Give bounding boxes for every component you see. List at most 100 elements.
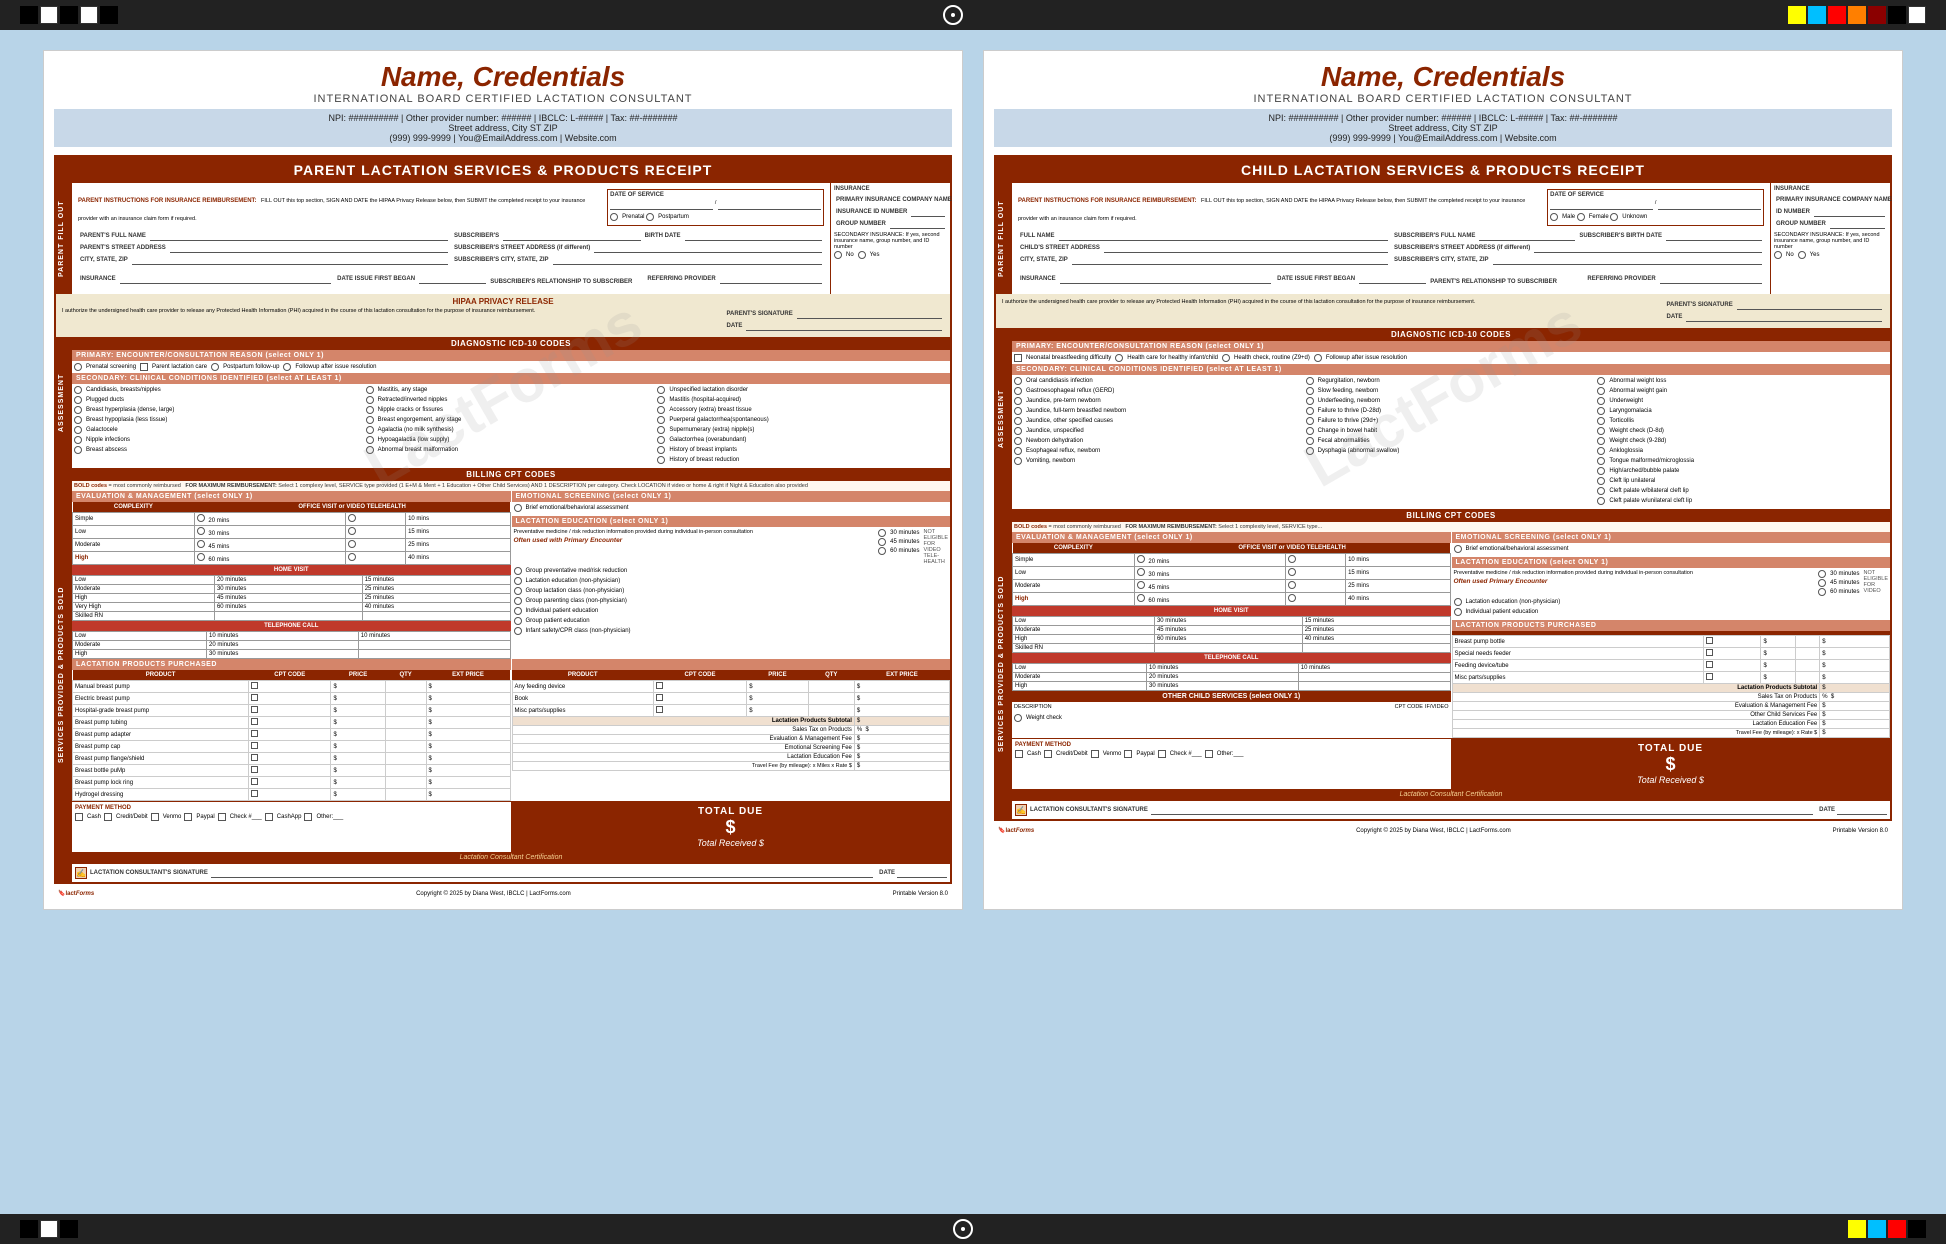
right-instructions-label: PARENT INSTRUCTIONS FOR INSURANCE REIMBU…	[1018, 198, 1197, 204]
top-color-bar	[0, 0, 1946, 30]
right-other-child-fee-row: Other Child Services Fee$	[1452, 711, 1890, 720]
left-products-table-left: PRODUCT CPT CODE PRICE QTY EXT PRICE Man…	[72, 670, 511, 801]
right-services-side-label: SERVICES PROVIDED & PRODUCTS SOLD	[996, 509, 1012, 819]
left-insurance-label: INSURANCE	[80, 276, 116, 282]
right-payment-total-section: PAYMENT METHOD Cash Credit/Debit Venmo P…	[1012, 738, 1890, 789]
left-referring-label: REFERRING PROVIDER	[647, 276, 715, 282]
left-product-row-misc: Misc parts/supplies$$	[512, 705, 950, 717]
left-products-section: LACTATION PRODUCTS PURCHASED PRODUCT CPT…	[72, 659, 950, 801]
left-parent-lactation-care[interactable]: Parent lactation care	[140, 363, 207, 371]
left-payment-total-section: PAYMENT METHOD Cash Credit/Debit Venmo P…	[72, 801, 950, 852]
left-product-row-bottle: Breast bottle puMp$$	[73, 765, 511, 777]
right-products-header: LACTATION PRODUCTS PURCHASED	[1452, 620, 1891, 631]
main-container: LactForms Name, Credentials INTERNATIONA…	[0, 30, 1946, 930]
right-payment-method-header: PAYMENT METHOD	[1015, 742, 1448, 748]
left-services-side-label: SERVICES PROVIDED & PRODUCTS SOLD	[56, 468, 72, 882]
left-sign-icon: ✍	[75, 867, 87, 879]
left-emotional-lactation-section: EMOTIONAL SCREENING (select ONLY 1) Brie…	[512, 491, 951, 659]
left-followup-issue[interactable]: Followup after issue resolution	[283, 363, 376, 371]
left-home-visit-header: HOME VISIT	[72, 565, 511, 575]
left-travel-fee-row: Travel Fee (by mileage): x Miles x Rate …	[512, 762, 950, 771]
left-products-right-header	[512, 659, 951, 670]
right-sign-section: ✍ LACTATION CONSULTANT'S SIGNATURE DATE	[1012, 800, 1890, 819]
right-group-items: Lactation education (non-physician) Indi…	[1454, 598, 1889, 618]
left-em-emotional-grid: EVALUATION & MANAGEMENT (select ONLY 1) …	[72, 491, 950, 659]
left-subscriber-street-label: SUBSCRIBER'S STREET ADDRESS (if differen…	[454, 245, 590, 251]
left-group-label: GROUP NUMBER	[836, 221, 886, 227]
left-assessment-section: ASSESSMENT DIAGNOSTIC ICD-10 CODES PRIMA…	[56, 337, 950, 468]
right-emotional-subheader: EMOTIONAL SCREENING (select ONLY 1)	[1452, 532, 1891, 543]
left-prenatal-screening[interactable]: Prenatal screening	[74, 363, 136, 371]
left-prenatal-check[interactable]: Prenatal	[610, 213, 644, 221]
left-group-items: Group preventative med/risk reduction La…	[514, 567, 949, 637]
right-total-due-box: TOTAL DUE $ Total Received $	[1451, 739, 1890, 789]
right-primary-subheader: PRIMARY: ENCOUNTER/CONSULTATION REASON (…	[1012, 341, 1890, 352]
left-em-table: COMPLEXITY OFFICE VISIT or VIDEO TELEHEA…	[72, 502, 511, 565]
left-contact-3: (999) 999-9999 | You@EmailAddress.com | …	[62, 133, 944, 143]
left-subscriber-city-label: SUBSCRIBER'S CITY, STATE, ZIP	[454, 257, 549, 263]
left-lact-ed-fee-row: Lactation Education Fee$	[512, 753, 950, 762]
left-em-fee-row: Evaluation & Management Fee$	[512, 735, 950, 744]
left-products-right: PRODUCT CPT CODE PRICE QTY EXT PRICE Any…	[512, 659, 951, 801]
left-emotional-items: Brief emotional/behavioral assessment	[512, 502, 951, 516]
left-home-table: Low20 minutes15 minutes Moderate30 minut…	[72, 575, 511, 621]
right-provider-title: INTERNATIONAL BOARD CERTIFIED LACTATION …	[994, 93, 1892, 105]
right-dos-label: DATE OF SERVICE	[1550, 192, 1761, 198]
left-ins-company-label: PRIMARY INSURANCE COMPANY NAME	[836, 197, 952, 203]
left-assessment-content: DIAGNOSTIC ICD-10 CODES PRIMARY: ENCOUNT…	[72, 337, 950, 468]
right-lactation-ed-subheader: LACTATION EDUCATION (select ONLY 1)	[1452, 557, 1891, 568]
right-not-eligible-note: NOTELIGIBLEFORVIDEO	[1864, 570, 1888, 594]
left-em-moderate: Moderate 45 mins 25 mins	[73, 539, 511, 552]
left-billing-note: BOLD codes = most commonly reimbursed FO…	[72, 481, 950, 491]
left-consultant-sig-label: LACTATION CONSULTANT'S SIGNATURE	[90, 870, 208, 876]
right-weight-check-row: Weight check	[1012, 712, 1451, 726]
left-product-row-hospital: Hospital-grade breast pump$$	[73, 705, 511, 717]
left-subscriber-label: SUBSCRIBER'S	[454, 233, 499, 239]
left-city-label: CITY, STATE, ZIP	[80, 257, 128, 263]
right-payment-methods: PAYMENT METHOD Cash Credit/Debit Venmo P…	[1012, 739, 1451, 789]
right-date-sig-label: DATE	[1819, 807, 1835, 813]
left-subscriber-rel-label: SUBSCRIBER'S RELATIONSHIP TO SUBSCRIBER	[490, 279, 632, 285]
left-yes-secondary[interactable]: Yes	[858, 251, 880, 259]
right-secondary-subheader: SECONDARY: CLINICAL CONDITIONS IDENTIFIE…	[1012, 364, 1890, 375]
left-insurance-header: INSURANCE	[834, 186, 947, 192]
right-other-child-desc-header: DESCRIPTION CPT CODE IF/VIDEO	[1012, 702, 1451, 712]
left-slash1: /	[715, 200, 717, 210]
left-product-row-book: Book$$	[512, 693, 950, 705]
right-form-title: CHILD LACTATION SERVICES & PRODUCTS RECE…	[996, 157, 1890, 183]
left-dos-label: DATE OF SERVICE	[610, 192, 821, 198]
left-postpartum-check[interactable]: Postpartum	[646, 213, 689, 221]
left-no-secondary[interactable]: No	[834, 251, 854, 259]
left-em-section: EVALUATION & MANAGEMENT (select ONLY 1) …	[72, 491, 511, 659]
left-lact-logo: 🔖lactForms	[58, 890, 94, 897]
bottom-color-bar	[0, 1214, 1946, 1244]
right-version: Printable Version 8.0	[1833, 828, 1888, 834]
left-hipaa-section: HIPAA PRIVACY RELEASE I authorize the un…	[56, 294, 950, 337]
parent-form-panel: LactForms Name, Credentials INTERNATIONA…	[43, 50, 963, 910]
left-em-low: Low 30 mins 15 mins	[73, 526, 511, 539]
left-hipaa-title: HIPAA PRIVACY RELEASE	[60, 297, 946, 306]
right-hipaa-text: I authorize the undersigned health care …	[1002, 299, 1661, 305]
left-postpartum-followup[interactable]: Postpartum follow-up	[211, 363, 279, 371]
left-payment-method-header: PAYMENT METHOD	[75, 805, 508, 811]
right-products-table: Breast pump bottle$$ Special needs feede…	[1452, 631, 1891, 738]
right-sales-tax-row: Sales Tax on Products% $	[1452, 693, 1890, 702]
left-date-sig-label: DATE	[879, 870, 895, 876]
left-date-label: DATE	[727, 323, 743, 329]
right-emotional-lactation-section: EMOTIONAL SCREENING (select ONLY 1) Brie…	[1452, 532, 1891, 738]
left-product-row-adapter: Breast pump adapter$$	[73, 729, 511, 741]
right-often-used: Often used Primary Encounter	[1454, 578, 1815, 585]
left-product-row-cap: Breast pump cap$$	[73, 741, 511, 753]
left-top-section: PARENT FILL OUT PARENT INSTRUCTIONS FOR …	[56, 183, 950, 294]
left-version: Printable Version 8.0	[893, 891, 948, 897]
left-billing-section: SERVICES PROVIDED & PRODUCTS SOLD BILLIN…	[56, 468, 950, 882]
right-fill-content: PARENT INSTRUCTIONS FOR INSURANCE REIMBU…	[1012, 183, 1770, 294]
left-product-row-lockring: Breast pump lock ring$$	[73, 777, 511, 789]
right-footer: 🔖lactForms Copyright © 2025 by Diana Wes…	[994, 825, 1892, 836]
right-em-section: EVALUATION & MANAGEMENT (select ONLY 1) …	[1012, 532, 1451, 738]
right-copyright: Copyright © 2025 by Diana West, IBCLC | …	[1356, 828, 1511, 834]
right-em-fee-row: Evaluation & Management Fee$	[1452, 702, 1890, 711]
left-product-row-feeding: Any feeding device$$	[512, 681, 950, 693]
left-billing-content: BILLING CPT CODES BOLD codes = most comm…	[72, 468, 950, 882]
right-em-table: COMPLEXITY OFFICE VISIT or VIDEO TELEHEA…	[1012, 543, 1451, 606]
